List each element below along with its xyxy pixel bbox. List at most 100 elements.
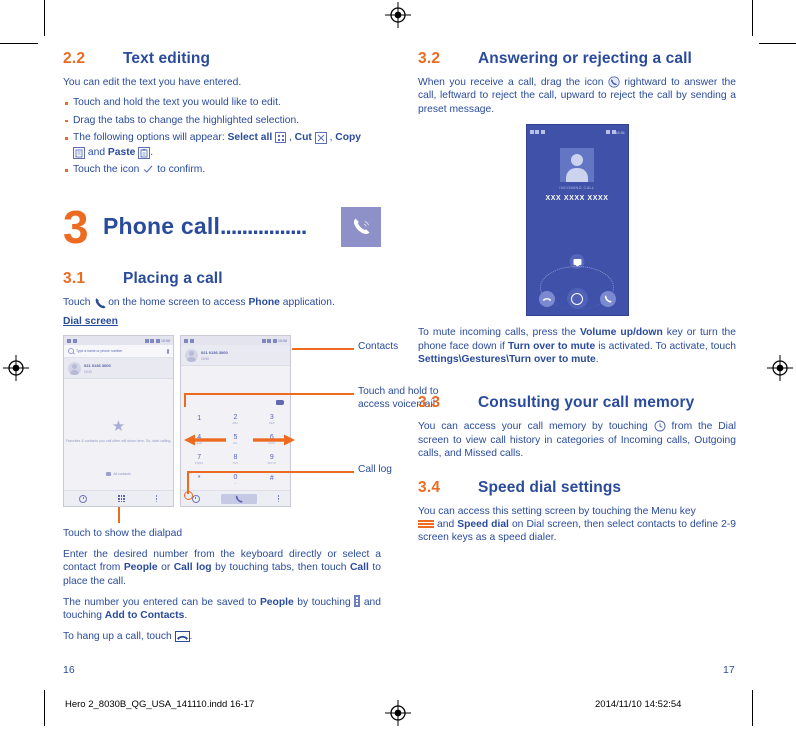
dialpad-key[interactable]: 7 PQRS <box>181 449 217 469</box>
overflow-menu-icon[interactable] <box>277 495 280 503</box>
all-contacts-button[interactable]: All contacts <box>106 472 131 477</box>
incoming-call-label: INCOMING CALL <box>559 186 595 191</box>
dialpad-key[interactable]: 3 DEF <box>254 409 290 429</box>
placing-call-intro: Touch on the home screen to access Phone… <box>63 296 381 309</box>
call-button[interactable] <box>220 493 257 504</box>
key-number: 9 <box>269 453 274 461</box>
bottom-nav-bar <box>64 490 173 507</box>
para-part: by touching tabs, then touch <box>211 562 350 574</box>
text-editing-intro: You can edit the text you have entered. <box>63 77 242 88</box>
placing-call-paragraph-2: The number you entered can be saved to P… <box>63 594 381 623</box>
key-number: 8 <box>233 453 238 461</box>
empty-state-text: Favorites & contacts you call often will… <box>65 439 172 444</box>
phone-mockup-favorites: 15:58 Type a name or phone number 021 01… <box>63 335 174 508</box>
leader-line-dialpad-caption <box>118 507 120 524</box>
section-number: 3.4 <box>418 478 441 496</box>
arrow-right-answer <box>253 433 295 451</box>
intro-mid: on the home screen to access <box>105 296 249 308</box>
search-input[interactable]: Type a name or phone number <box>64 345 173 359</box>
status-time: 18:36 <box>615 130 625 135</box>
backspace-icon[interactable] <box>276 400 284 406</box>
contact-suggestion-row[interactable]: 021 0136 3000 15:58 <box>181 345 290 367</box>
search-left-group: Type a name or phone number <box>68 348 123 355</box>
dial-screen-subheading: Dial screen <box>63 316 118 328</box>
section-number: 2.2 <box>63 50 86 67</box>
avatar <box>68 361 81 375</box>
overflow-menu-icon[interactable] <box>155 495 158 503</box>
dialpad-key[interactable]: 9 WXYZ <box>254 449 290 469</box>
separator: , <box>286 132 295 144</box>
registration-mark-top <box>385 2 411 28</box>
key-number: 0 <box>233 473 238 481</box>
status-time: 15:58 <box>278 338 287 343</box>
dialpad-key[interactable]: 8 TUV <box>217 449 253 469</box>
contacts-group-icon <box>106 472 112 477</box>
end-call-icon <box>174 630 190 642</box>
bullet-text: . <box>150 146 154 158</box>
call-action-bar <box>181 490 290 507</box>
para-part: by touching <box>293 596 355 608</box>
menu-key-icon <box>418 519 434 529</box>
select-all-label: Select all <box>227 132 273 144</box>
leader-line-voicemail-h <box>184 393 354 395</box>
checkmark-confirm-icon <box>142 163 154 175</box>
para-part: and <box>434 519 458 531</box>
bullet-text: The following options will appear: <box>73 132 228 144</box>
bullet-text: to confirm. <box>154 164 206 176</box>
section-number: 3.1 <box>63 269 86 287</box>
key-number: 7 <box>197 453 202 461</box>
right-page-column: 3.2 Answering or rejecting a call When y… <box>418 50 736 552</box>
separator: and <box>85 146 108 158</box>
microphone-icon[interactable] <box>166 348 169 354</box>
contact-suggestion-row[interactable]: 021 0136 3000 15:40 <box>64 358 173 380</box>
cut-scissors-icon <box>314 132 327 145</box>
call-log-icon[interactable] <box>79 494 88 503</box>
crop-mark-top-left-h <box>0 43 38 44</box>
chapter-number: 3 <box>63 200 89 253</box>
left-page-column: 2.2 Text editing You can edit the text y… <box>63 50 438 650</box>
copy-label: Copy <box>335 132 362 144</box>
manual-page-spread: 2.2 Text editing You can edit the text y… <box>0 0 796 738</box>
phone-app-label: Phone <box>248 296 280 308</box>
dialpad-key[interactable]: 1 <box>181 409 217 429</box>
copy-icon <box>73 146 85 159</box>
chapter-banner-phone-call: 3 Phone call ................ <box>63 204 381 250</box>
people-label: People <box>259 596 294 608</box>
section-title: Consulting your call memory <box>478 394 695 412</box>
arrow-left-reject <box>184 433 226 451</box>
dialpad-icon[interactable] <box>117 495 125 503</box>
contact-number: 021 0136 3000 <box>84 363 111 369</box>
answer-call-icon[interactable] <box>599 290 616 307</box>
bullet-text: Drag the tabs to change the highlighted … <box>73 114 300 126</box>
crop-mark-bottom-left-v <box>44 690 45 726</box>
chapter-dot-leader: ................ <box>220 213 307 240</box>
speed-dial-label: Speed dial <box>457 519 509 531</box>
para-part: . <box>595 354 599 366</box>
dial-field-spacer <box>181 366 290 397</box>
phone-handset-icon <box>341 206 381 247</box>
heading-placing-a-call: 3.1 Placing a call <box>63 270 381 288</box>
list-item: Drag the tabs to change the highlighted … <box>63 114 381 129</box>
status-time: 15:58 <box>161 338 170 343</box>
all-contacts-label: All contacts <box>113 472 131 477</box>
search-placeholder: Type a name or phone number <box>76 349 123 354</box>
drag-handle-icon[interactable] <box>566 288 588 310</box>
key-sub: JKL <box>232 441 239 445</box>
para-part: You can access your call memory by touch… <box>418 421 654 433</box>
dialpad-key[interactable]: 2 ABC <box>217 409 253 429</box>
key-number: # <box>269 475 274 483</box>
cut-label: Cut <box>294 132 312 144</box>
status-left-icons <box>67 338 77 343</box>
people-label: People <box>123 562 158 574</box>
chapter-title: Phone call <box>103 213 221 240</box>
paste-label: Paste <box>107 146 136 158</box>
heading-text-editing: 2.2 Text editing <box>63 50 381 68</box>
select-all-icon <box>275 132 287 144</box>
end-call-icon[interactable] <box>538 290 555 307</box>
speed-dial-paragraph: You can access this setting screen by to… <box>418 505 736 545</box>
crop-mark-top-left-v <box>44 0 45 36</box>
key-sub: DEF <box>268 421 275 425</box>
add-to-contacts-label: Add to Contacts <box>104 610 185 622</box>
contact-info: 021 0136 3000 15:40 <box>84 363 111 374</box>
para-part: is activated. To activate, touch <box>595 340 736 352</box>
